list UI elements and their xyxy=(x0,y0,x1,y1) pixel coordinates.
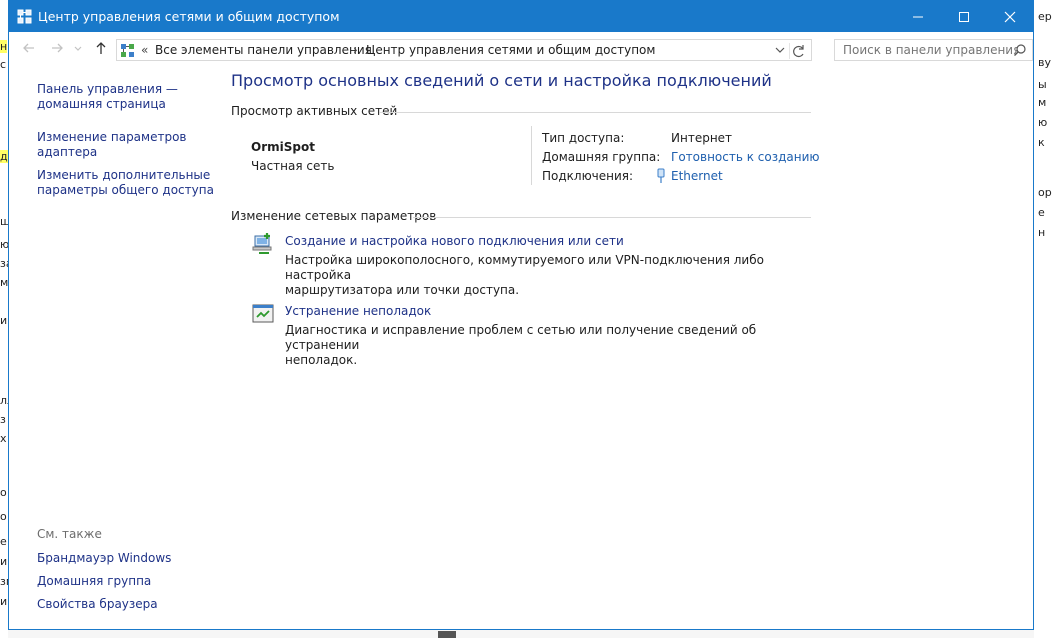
close-button[interactable] xyxy=(987,1,1033,32)
background-text-fragment: о xyxy=(0,486,7,499)
network-type: Частная сеть xyxy=(251,159,335,173)
network-name: OrmiSpot xyxy=(251,140,315,154)
background-text-fragment: ву xyxy=(1038,56,1051,69)
address-dropdown-icon[interactable] xyxy=(775,44,785,56)
setup-connection-link[interactable]: Создание и настройка нового подключения … xyxy=(285,234,624,248)
minimize-icon xyxy=(913,16,923,18)
sidebar-link-line: Изменение параметров xyxy=(37,130,187,144)
background-text-fragment: д xyxy=(0,150,8,163)
breadcrumb-network-center[interactable]: Центр управления сетями и общим доступом xyxy=(366,43,655,57)
background-text-fragment: ы xyxy=(1038,78,1047,91)
setup-connection-description: Настройка широкополосного, коммутируемог… xyxy=(285,253,795,298)
title-bar[interactable]: Центр управления сетями и общим доступом xyxy=(9,1,1033,32)
homegroup-label: Домашняя группа: xyxy=(542,150,661,164)
see-also-label: См. также xyxy=(37,527,102,541)
background-text-fragment: ор xyxy=(1038,186,1052,199)
overflow-chevron[interactable]: « xyxy=(141,43,148,57)
sidebar-link-firewall[interactable]: Брандмауэр Windows xyxy=(37,551,171,566)
sidebar-link-adapter-settings[interactable]: Изменение параметров адаптера xyxy=(37,130,187,160)
maximize-icon xyxy=(959,12,969,22)
ethernet-icon xyxy=(657,168,665,183)
breadcrumb-all-items[interactable]: Все элементы панели управления xyxy=(155,43,372,57)
background-text-fragment: н xyxy=(0,40,8,53)
background-text-fragment: е xyxy=(1038,206,1045,219)
window-title: Центр управления сетями и общим доступом xyxy=(38,9,340,24)
description-line: Диагностика и исправление проблем с сеть… xyxy=(285,323,757,352)
background-text-fragment: о xyxy=(0,510,7,523)
navigation-bar: « Все элементы панели управления › Центр… xyxy=(9,32,1033,65)
description-line: Настройка широкополосного, коммутируемог… xyxy=(285,253,764,282)
sidebar-link-homegroup[interactable]: Домашняя группа xyxy=(37,574,151,589)
sidebar-link-line: Панель управления — xyxy=(37,82,178,96)
sidebar-link-browser-properties[interactable]: Свойства браузера xyxy=(37,597,158,612)
section-divider xyxy=(413,217,811,218)
refresh-button[interactable] xyxy=(789,43,808,59)
up-arrow-icon xyxy=(96,42,106,54)
background-text-fragment: к xyxy=(1038,136,1045,149)
access-type-value: Интернет xyxy=(671,131,733,145)
maximize-button[interactable] xyxy=(941,1,987,32)
search-input[interactable] xyxy=(835,40,1018,60)
background-text-fragment: и xyxy=(0,595,8,608)
background-text-fragment: с xyxy=(0,58,7,71)
back-arrow-icon xyxy=(23,43,34,53)
refresh-icon xyxy=(793,45,804,58)
sidebar-link-line: Изменить дополнительные xyxy=(37,168,211,182)
description-line: неполадок. xyxy=(285,353,358,367)
breadcrumb-separator[interactable]: › xyxy=(353,43,358,57)
background-text-fragment: ю xyxy=(1038,116,1048,129)
change-settings-header: Изменение сетевых параметров xyxy=(231,209,437,223)
background-text-fragment: и xyxy=(0,314,8,327)
page-title: Просмотр основных сведений о сети и наст… xyxy=(231,71,772,90)
sidebar-link-line: адаптера xyxy=(37,145,98,159)
network-divider xyxy=(531,126,532,185)
close-icon xyxy=(1004,11,1016,23)
section-divider xyxy=(379,112,811,113)
background-window-left: н с д ш ю за м и лл з х о о е и зм и xyxy=(0,0,14,638)
main-content: Просмотр основных сведений о сети и наст… xyxy=(231,65,821,625)
background-text-fragment: е xyxy=(0,535,7,548)
control-panel-window: Центр управления сетями и общим доступом xyxy=(8,0,1034,630)
back-button[interactable] xyxy=(21,40,37,56)
up-button[interactable] xyxy=(93,40,109,56)
description-line: маршрутизатора или точки доступа. xyxy=(285,283,520,297)
ethernet-link[interactable]: Ethernet xyxy=(671,169,723,183)
search-icon[interactable] xyxy=(1013,43,1027,57)
troubleshoot-description: Диагностика и исправление проблем с сеть… xyxy=(285,323,795,368)
address-bar[interactable]: « Все элементы панели управления › Центр… xyxy=(116,39,812,61)
sidebar-link-line: домашняя страница xyxy=(37,97,166,111)
minimize-button[interactable] xyxy=(895,1,941,32)
active-networks-header: Просмотр активных сетей xyxy=(231,104,398,118)
sidebar: Панель управления — домашняя страница Из… xyxy=(37,65,217,625)
search-box[interactable] xyxy=(834,39,1033,61)
background-text-fragment: м xyxy=(1038,96,1047,109)
background-text-fragment: н xyxy=(1038,226,1046,239)
homegroup-link[interactable]: Готовность к созданию xyxy=(671,150,820,164)
forward-arrow-icon xyxy=(52,43,63,53)
network-center-icon xyxy=(17,9,32,24)
sidebar-link-line: параметры общего доступа xyxy=(37,183,214,197)
sidebar-link-sharing-settings[interactable]: Изменить дополнительные параметры общего… xyxy=(37,168,214,198)
troubleshoot-icon xyxy=(252,304,274,323)
connections-label: Подключения: xyxy=(542,169,634,183)
background-handle xyxy=(438,631,456,638)
network-setup-icon xyxy=(252,233,272,254)
access-type-label: Тип доступа: xyxy=(542,131,625,145)
sidebar-link-control-panel-home[interactable]: Панель управления — домашняя страница xyxy=(37,82,178,112)
troubleshoot-link[interactable]: Устранение неполадок xyxy=(285,304,431,318)
chevron-down-icon xyxy=(74,46,82,51)
background-text-fragment: ер xyxy=(1038,10,1052,23)
forward-button[interactable] xyxy=(49,40,65,56)
recent-locations-button[interactable] xyxy=(73,40,83,56)
background-text-fragment: и xyxy=(0,555,8,568)
background-text-fragment: х xyxy=(0,432,7,445)
background-text-fragment: з xyxy=(0,413,6,426)
control-panel-icon xyxy=(121,44,134,57)
background-window-right: ер ву ы м ю к ор е н xyxy=(1034,0,1055,638)
